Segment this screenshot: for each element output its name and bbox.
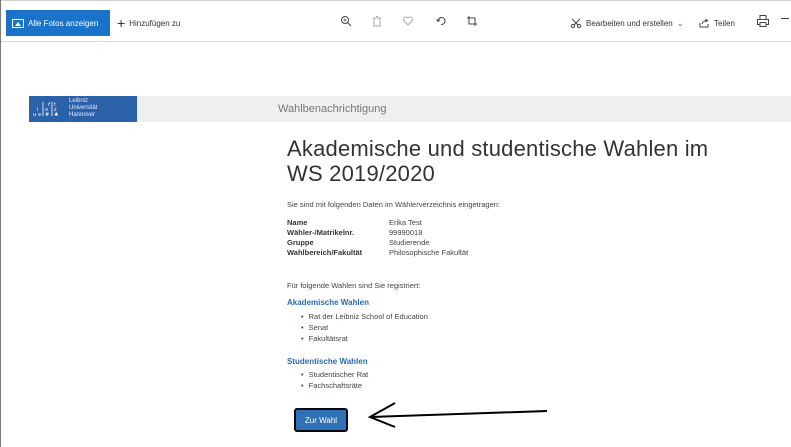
all-photos-label: Alle Fotos anzeigen	[28, 18, 99, 28]
list-item: Fakultätsrat	[301, 333, 428, 344]
info-row: Wahlbereich/Fakultät Philosophische Faku…	[287, 248, 468, 258]
university-name: Leibniz Universität Hannover	[69, 98, 97, 119]
svg-text:u: u	[33, 112, 36, 118]
info-label: Wähler-/Matrikelnr.	[287, 228, 355, 237]
more-icon[interactable]	[781, 18, 789, 19]
info-value: 99990018	[389, 228, 423, 237]
logo-line: Universität	[69, 105, 98, 111]
edit-create-icon	[570, 18, 582, 29]
registered-text: Für folgende Wahlen sind Sie registriert…	[287, 281, 421, 290]
info-value: Erika Test	[389, 218, 422, 227]
info-label: Gruppe	[287, 238, 314, 247]
svg-text:e: e	[38, 112, 41, 118]
all-photos-button[interactable]: Alle Fotos anzeigen	[6, 10, 110, 36]
print-icon[interactable]	[756, 14, 770, 28]
academic-elections-list: Rat der Leibniz School of Education Sena…	[301, 311, 428, 344]
zoom-icon[interactable]	[339, 14, 353, 28]
svg-text:♣: ♣	[54, 112, 58, 118]
edit-create-button[interactable]: Bearbeiten und erstellen ⌄	[570, 10, 683, 36]
rotate-icon[interactable]	[434, 14, 448, 28]
university-logo[interactable]: f t i o z u e # ♣ Leibniz Universität Ha…	[29, 96, 137, 122]
info-value: Studierende	[389, 238, 430, 247]
share-icon	[699, 18, 709, 28]
info-row: Wähler-/Matrikelnr. 99990018	[287, 228, 468, 238]
svg-text:f: f	[48, 102, 51, 108]
page-header-bar: f t i o z u e # ♣ Leibniz Universität Ha…	[29, 96, 791, 122]
chevron-down-icon: ⌄	[676, 18, 684, 28]
page-title: Akademische und studentische Wahlen im W…	[287, 136, 767, 186]
student-elections-title: Studentische Wahlen	[287, 357, 368, 366]
crop-icon[interactable]	[465, 14, 479, 28]
student-elections-list: Studentischer Rat Fachschaftsräte	[301, 369, 369, 391]
page-header-title: Wahlbenachrichtigung	[278, 103, 387, 115]
info-row: Name Erika Test	[287, 218, 468, 228]
plus-icon: +	[117, 15, 126, 31]
share-label: Teilen	[714, 18, 735, 28]
vote-button[interactable]: Zur Wahl	[294, 408, 348, 432]
intro-text: Sie sind mit folgenden Daten im Wählerve…	[287, 200, 501, 209]
heart-icon[interactable]	[401, 14, 415, 28]
list-item: Rat der Leibniz School of Education	[301, 311, 428, 322]
delete-icon[interactable]	[370, 14, 384, 28]
photos-toolbar: Alle Fotos anzeigen + Hinzufügen zu Bear…	[1, 1, 791, 42]
add-to-button[interactable]: + Hinzufügen zu	[117, 10, 180, 36]
logo-line: Hannover	[69, 112, 96, 118]
annotation-arrow-icon	[367, 402, 548, 428]
photo-icon	[12, 18, 24, 28]
list-item: Studentischer Rat	[301, 369, 369, 380]
list-item: Fachschaftsräte	[301, 380, 368, 391]
info-label: Wahlbereich/Fakultät	[287, 248, 363, 257]
info-value: Philosophische Fakultät	[389, 248, 469, 257]
svg-text:#: #	[45, 112, 49, 118]
info-label: Name	[287, 218, 308, 227]
voter-info-table: Name Erika Test Wähler-/Matrikelnr. 9999…	[287, 218, 468, 258]
page-title-line: WS 2019/2020	[287, 161, 435, 186]
window-left-border	[0, 0, 1, 447]
main-content: Akademische und studentische Wahlen im W…	[287, 136, 767, 432]
list-item: Senat	[301, 322, 428, 333]
share-button[interactable]: Teilen	[698, 10, 735, 36]
logo-line: Leibniz	[69, 98, 89, 104]
academic-elections-title: Akademische Wahlen	[287, 298, 369, 307]
page-title-line: Akademische und studentische Wahlen im	[287, 136, 709, 161]
info-row: Gruppe Studierende	[287, 238, 468, 248]
add-to-label: Hinzufügen zu	[129, 18, 181, 28]
university-mark-icon: f t i o z u e # ♣	[33, 102, 58, 118]
edit-create-label: Bearbeiten und erstellen	[586, 18, 673, 28]
